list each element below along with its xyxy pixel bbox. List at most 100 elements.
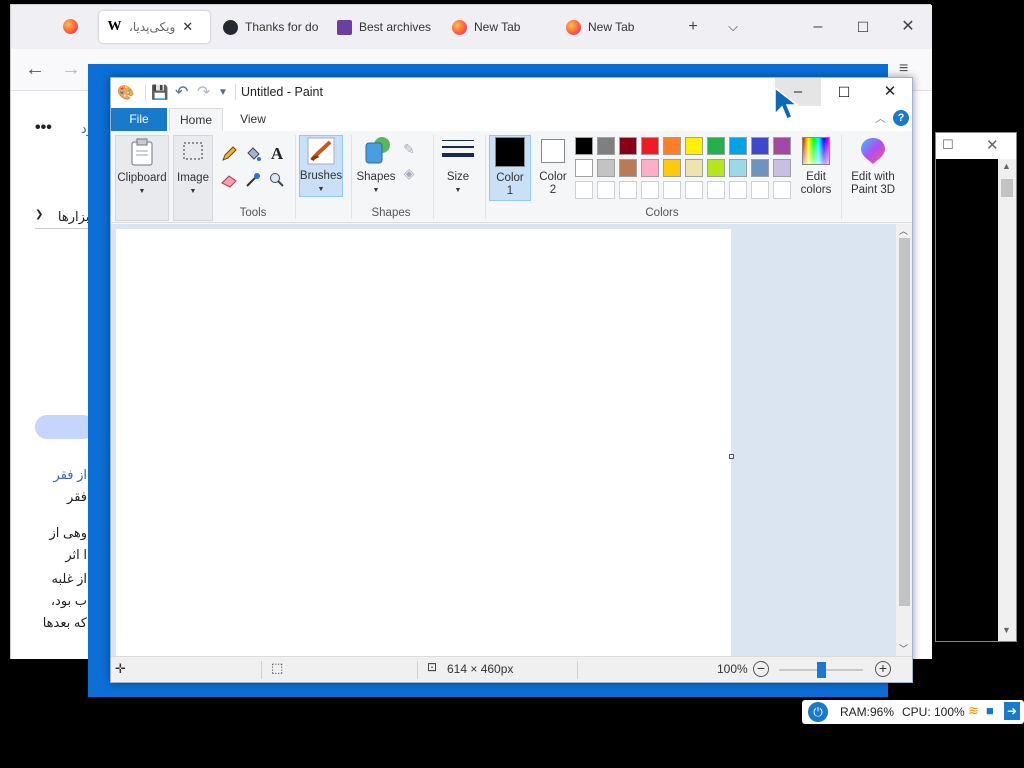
scroll-down-icon[interactable]: ▼ [1002,625,1011,635]
tab-wikipedia[interactable]: W ویکی‌پدیا، ✕ [99,11,210,43]
back-arrow-icon[interactable]: ← [25,59,45,79]
palette-swatch[interactable] [575,137,593,155]
palette-swatch[interactable] [729,137,747,155]
clipboard-button[interactable]: Clipboard ▼ [115,135,169,221]
eraser-icon[interactable] [219,171,239,191]
pencil-icon[interactable] [219,145,239,165]
custom-color-slot[interactable] [685,181,703,199]
scroll-thumb[interactable] [1001,179,1013,197]
custom-color-slot[interactable] [773,181,791,199]
palette-swatch[interactable] [707,159,725,177]
scroll-thumb[interactable] [899,238,910,606]
undo-icon[interactable]: ↶ [175,82,188,102]
plug-icon[interactable]: ⏻ [808,702,828,722]
palette-swatch[interactable] [619,159,637,177]
divider [261,661,262,679]
tab-new-tab-2[interactable]: New Tab [558,11,670,43]
zoom-in-icon[interactable]: + [875,661,891,677]
paint3d-button[interactable]: Edit with Paint 3D [845,135,901,201]
palette-swatch[interactable] [751,159,769,177]
scroll-up-icon[interactable]: ▲ [1002,161,1011,171]
tab-best-archives[interactable]: Best archives [329,11,443,43]
scroll-up-icon[interactable]: ︿ [899,224,908,237]
customize-toolbar-icon[interactable]: ▼ [218,87,228,98]
save-icon[interactable]: 💾 [151,84,168,101]
camera-icon[interactable]: ■ [986,703,994,718]
more-options-icon[interactable]: ••• [35,119,52,137]
custom-color-slot[interactable] [619,181,637,199]
tab-view[interactable]: View [231,108,275,131]
custom-color-slot[interactable] [663,181,681,199]
tab-home[interactable]: Home [169,108,223,131]
palette-swatch[interactable] [729,159,747,177]
firefox-maximize-icon[interactable]: ☐ [851,15,875,39]
list-tabs-chevron-icon[interactable]: ⌵ [721,15,745,39]
scroll-down-icon[interactable]: ﹀ [899,642,908,655]
divider [145,84,146,100]
tab-new-tab-1[interactable]: New Tab [444,11,556,43]
brushes-button[interactable]: Brushes ▼ [299,135,343,197]
image-button[interactable]: Image ▼ [173,135,213,221]
custom-color-slot[interactable] [597,181,615,199]
paint-palette-icon[interactable]: 🎨 [117,84,134,101]
color1-number: 1 [506,185,514,197]
custom-color-slot[interactable] [729,181,747,199]
tab-file[interactable]: File [111,108,167,131]
redo-icon[interactable]: ↷ [197,82,210,102]
custom-color-slot[interactable] [641,181,659,199]
shape-fill-icon[interactable]: ◈ [399,163,419,183]
shapes-button[interactable]: Shapes ▼ [355,135,397,197]
palette-swatch[interactable] [773,159,791,177]
size-button[interactable]: Size ▼ [437,135,479,197]
app-menu-icon[interactable]: ≡ [899,59,908,79]
fill-bucket-icon[interactable] [243,145,263,165]
close-icon[interactable]: ✕ [867,78,913,106]
canvas-resize-handle[interactable] [729,454,734,459]
collapse-ribbon-icon[interactable]: ︿ [875,110,886,126]
firefox-view-icon[interactable] [63,19,78,34]
blue-pill-button[interactable] [35,415,95,439]
text-tool-icon[interactable]: A [267,144,287,164]
forward-arrow-icon[interactable]: → [61,59,81,79]
console-maximize-icon[interactable]: ☐ [942,137,954,153]
console-close-icon[interactable]: ✕ [986,136,999,154]
vertical-scrollbar[interactable]: ︿ ﹀ [896,224,912,656]
wifi-icon[interactable]: ≋ [968,703,979,719]
palette-swatch[interactable] [685,159,703,177]
drawing-canvas[interactable] [116,229,731,660]
palette-swatch[interactable] [575,159,593,177]
palette-swatch[interactable] [663,137,681,155]
palette-swatch[interactable] [773,137,791,155]
custom-color-slot[interactable] [707,181,725,199]
firefox-minimize-icon[interactable]: – [806,15,830,39]
zoom-slider-thumb[interactable] [817,662,826,678]
color-picker-icon[interactable] [243,171,263,191]
new-tab-plus-icon[interactable]: + [681,15,705,39]
palette-swatch[interactable] [597,137,615,155]
custom-color-slot[interactable] [751,181,769,199]
help-icon[interactable]: ? [893,110,909,126]
tools-dropdown[interactable]: ❯ ابزارها [35,207,93,229]
tab-close-icon[interactable]: ✕ [182,19,193,35]
tab-github[interactable]: Thanks for do [215,11,329,43]
arrow-right-icon[interactable]: ➜ [1004,702,1020,720]
palette-swatch[interactable] [597,159,615,177]
maximize-icon[interactable]: ☐ [821,78,867,106]
link-text[interactable]: از فقر [54,467,87,482]
custom-color-slot[interactable] [575,181,593,199]
magnifier-icon[interactable] [267,171,287,191]
color1-button[interactable]: Color 1 [489,135,531,201]
palette-swatch[interactable] [663,159,681,177]
palette-swatch[interactable] [641,159,659,177]
console-scrollbar[interactable]: ▲ ▼ [998,159,1016,641]
outline-icon[interactable]: ✎ [399,139,419,159]
palette-swatch[interactable] [619,137,637,155]
palette-swatch[interactable] [685,137,703,155]
palette-swatch[interactable] [641,137,659,155]
zoom-out-icon[interactable]: − [753,661,769,677]
firefox-close-icon[interactable]: ✕ [896,15,920,39]
palette-swatch[interactable] [707,137,725,155]
color2-button[interactable]: Color 2 [533,135,573,201]
edit-colors-button[interactable]: Edit colors [797,135,835,201]
palette-swatch[interactable] [751,137,769,155]
